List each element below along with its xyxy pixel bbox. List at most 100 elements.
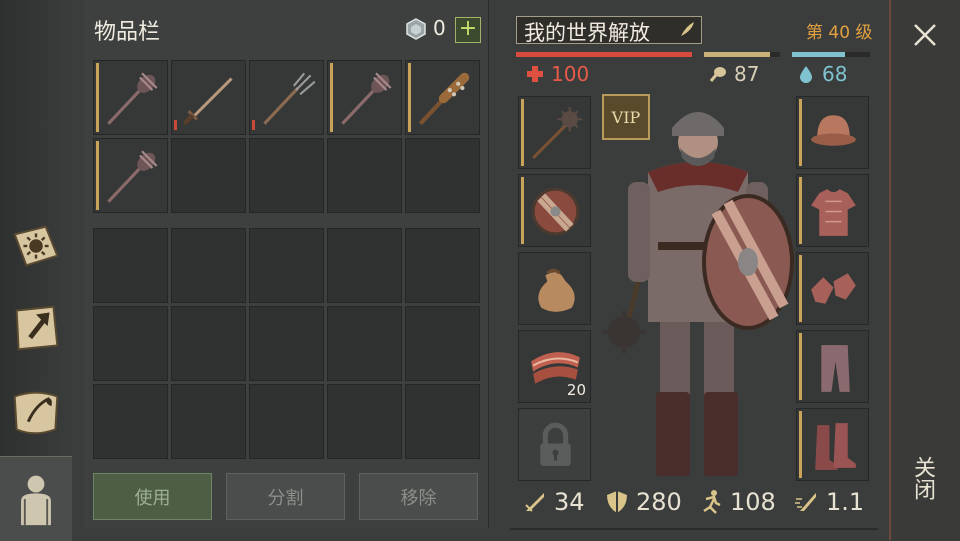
inventory-slot-empty[interactable] bbox=[249, 306, 324, 381]
inventory-slot-empty[interactable] bbox=[93, 306, 168, 381]
food-bar-fill bbox=[704, 52, 771, 57]
inventory-slot-empty[interactable] bbox=[405, 228, 480, 303]
inventory-slot-empty[interactable] bbox=[249, 384, 324, 459]
armor-value: 280 bbox=[636, 488, 682, 516]
spiked-club-icon bbox=[418, 72, 470, 126]
helmet-icon bbox=[811, 115, 856, 146]
inventory-slot-empty[interactable] bbox=[171, 138, 246, 213]
weapon-slot[interactable] bbox=[518, 96, 591, 169]
inventory-slot-empty[interactable] bbox=[327, 228, 402, 303]
inventory-slot[interactable] bbox=[405, 60, 480, 135]
swift-sword-icon bbox=[795, 493, 816, 511]
bag-slot[interactable] bbox=[518, 252, 591, 325]
water-bar-fill bbox=[792, 52, 846, 57]
trousers-icon bbox=[821, 345, 850, 392]
inventory-slot[interactable] bbox=[171, 60, 246, 135]
inventory-slot-empty[interactable] bbox=[327, 306, 402, 381]
character-level: 第 40 级 bbox=[806, 23, 873, 43]
inventory-slot[interactable] bbox=[93, 138, 168, 213]
speed-stat: 108 bbox=[698, 488, 776, 516]
sun-book-icon bbox=[13, 225, 59, 267]
feather-rename-icon[interactable] bbox=[678, 20, 696, 38]
health-stat: 100 bbox=[525, 62, 589, 86]
boots-icon bbox=[815, 423, 856, 470]
scroll-quill-icon bbox=[13, 391, 59, 435]
character-model bbox=[602, 112, 794, 476]
remove-button[interactable]: 移除 bbox=[359, 473, 478, 520]
tier-indicator bbox=[330, 63, 333, 132]
pitchfork-icon bbox=[263, 72, 316, 125]
chainmail-icon bbox=[811, 189, 856, 236]
tab-character[interactable] bbox=[0, 456, 72, 541]
inventory-slot-empty[interactable] bbox=[405, 384, 480, 459]
mace-icon bbox=[341, 72, 392, 125]
tier-indicator bbox=[174, 120, 177, 130]
tier-indicator bbox=[799, 333, 802, 400]
inventory-slot-empty[interactable] bbox=[327, 384, 402, 459]
inventory-actions: 使用 分割 移除 bbox=[93, 473, 478, 520]
tier-indicator bbox=[799, 99, 802, 166]
inventory-slot[interactable] bbox=[249, 60, 324, 135]
panel-divider bbox=[510, 528, 878, 530]
inventory-slot-empty[interactable] bbox=[171, 228, 246, 303]
add-currency-button[interactable]: + bbox=[455, 17, 481, 43]
spiked-mace-icon bbox=[532, 107, 582, 159]
inventory-slot-empty[interactable] bbox=[405, 306, 480, 381]
running-icon bbox=[703, 490, 721, 514]
head-slot[interactable] bbox=[796, 96, 869, 169]
inventory-slot-empty[interactable] bbox=[93, 384, 168, 459]
legs-slot[interactable] bbox=[796, 330, 869, 403]
gem-currency-icon bbox=[406, 18, 426, 40]
character-silhouette-icon bbox=[21, 475, 51, 526]
tier-indicator bbox=[521, 177, 524, 244]
inventory-slot-empty[interactable] bbox=[327, 138, 402, 213]
health-value: 100 bbox=[551, 62, 590, 86]
gloves-icon bbox=[811, 273, 856, 304]
food-value: 87 bbox=[734, 62, 760, 86]
use-button[interactable]: 使用 bbox=[93, 473, 212, 520]
close-label[interactable]: 关闭 bbox=[908, 456, 938, 500]
water-bar bbox=[792, 52, 870, 57]
inventory-slot-empty[interactable] bbox=[171, 384, 246, 459]
water-stat: 68 bbox=[796, 62, 847, 86]
inventory-slot-empty[interactable] bbox=[93, 228, 168, 303]
tab-crafting[interactable] bbox=[4, 296, 68, 360]
tier-indicator bbox=[96, 63, 99, 132]
inventory-slot-empty[interactable] bbox=[405, 138, 480, 213]
food-stat: 87 bbox=[708, 62, 759, 86]
close-icon[interactable] bbox=[912, 22, 938, 48]
inventory-slot-empty[interactable] bbox=[249, 138, 324, 213]
inventory-title: 物品栏 bbox=[94, 20, 161, 45]
attack-value: 34 bbox=[554, 488, 585, 516]
attack-speed-stat: 1.1 bbox=[794, 488, 864, 516]
lock-icon bbox=[540, 422, 571, 466]
sack-icon bbox=[538, 268, 575, 312]
shield-armor-icon bbox=[607, 491, 627, 513]
tab-journal[interactable] bbox=[4, 380, 68, 444]
feet-slot[interactable] bbox=[796, 408, 869, 481]
hands-slot[interactable] bbox=[796, 252, 869, 325]
food-slot[interactable]: 20 bbox=[518, 330, 591, 403]
split-button[interactable]: 分割 bbox=[226, 473, 345, 520]
mace-icon bbox=[107, 72, 158, 125]
inventory-slot[interactable] bbox=[327, 60, 402, 135]
mace-icon bbox=[107, 150, 158, 203]
chest-slot[interactable] bbox=[796, 174, 869, 247]
health-cross-icon bbox=[527, 66, 543, 82]
locked-slot[interactable] bbox=[518, 408, 591, 481]
inventory-slot-empty[interactable] bbox=[171, 306, 246, 381]
inventory-slot-empty[interactable] bbox=[249, 228, 324, 303]
water-value: 68 bbox=[822, 62, 848, 86]
health-bar-fill bbox=[516, 52, 692, 57]
tab-skills[interactable] bbox=[4, 214, 68, 278]
inventory-slot[interactable] bbox=[93, 60, 168, 135]
crafting-hammer-icon bbox=[15, 305, 59, 351]
currency-count: 0 bbox=[433, 16, 446, 40]
round-shield-icon bbox=[531, 187, 580, 236]
tier-indicator bbox=[252, 120, 255, 130]
water-drop-icon bbox=[800, 66, 812, 83]
inventory-grid-bottom bbox=[93, 228, 480, 459]
shield-slot[interactable] bbox=[518, 174, 591, 247]
character-name: 我的世界解放 bbox=[524, 21, 650, 45]
item-quantity: 20 bbox=[566, 381, 586, 399]
